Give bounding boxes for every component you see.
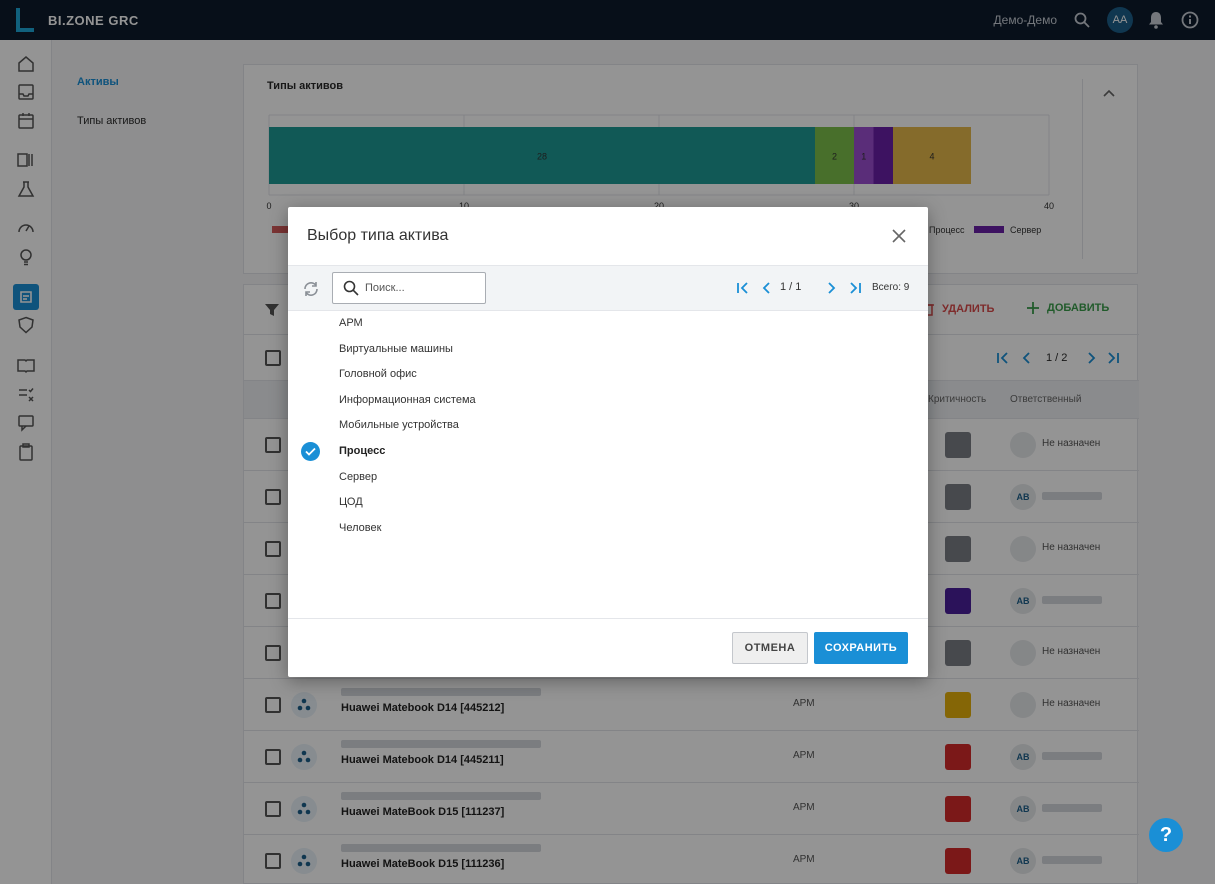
list-item[interactable]: ЦОД xyxy=(339,496,363,508)
dialog-toolbar: 1 / 1 Всего: 9 xyxy=(288,265,928,311)
list-item[interactable]: Информационная система xyxy=(339,394,476,406)
search-icon xyxy=(343,280,359,299)
list-item[interactable]: Виртуальные машины xyxy=(339,343,453,355)
search-input[interactable] xyxy=(365,279,477,297)
next-page-icon[interactable] xyxy=(822,279,840,297)
prev-page-icon[interactable] xyxy=(758,279,776,297)
page-indicator: 1 / 1 xyxy=(780,281,802,293)
total-count: Всего: 9 xyxy=(872,282,910,293)
list-item[interactable]: Человек xyxy=(339,522,381,534)
help-button[interactable]: ? xyxy=(1149,818,1183,852)
first-page-icon[interactable] xyxy=(734,279,752,297)
list-item[interactable]: Мобильные устройства xyxy=(339,419,459,431)
cancel-button[interactable]: ОТМЕНА xyxy=(732,632,808,664)
dialog-footer: ОТМЕНА СОХРАНИТЬ xyxy=(288,618,928,677)
asset-type-dialog: Выбор типа актива 1 / 1 Всего: 9 АРМ Вир… xyxy=(288,207,928,677)
dialog-title: Выбор типа актива xyxy=(307,227,449,244)
last-page-icon[interactable] xyxy=(846,279,864,297)
list-item[interactable]: Головной офис xyxy=(339,368,417,380)
close-icon[interactable] xyxy=(888,225,910,247)
asset-type-list: АРМ Виртуальные машины Головной офис Инф… xyxy=(288,311,928,618)
selected-check-icon[interactable] xyxy=(301,442,320,461)
list-item[interactable]: Сервер xyxy=(339,471,377,483)
list-item-selected[interactable]: Процесс xyxy=(339,445,385,457)
list-item[interactable]: АРМ xyxy=(339,317,363,329)
search-field[interactable] xyxy=(332,272,486,304)
refresh-icon[interactable] xyxy=(300,278,322,300)
save-button[interactable]: СОХРАНИТЬ xyxy=(814,632,908,664)
